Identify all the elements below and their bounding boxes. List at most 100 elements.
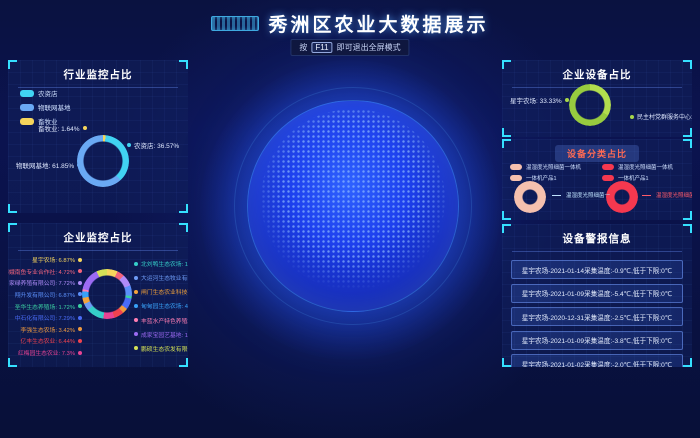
panel-equipment-ratio: 企业设备占比 星宇农场: 33.33% 民主村党群服务中心: [502,60,692,137]
chart-label: 民主村党群服务中心: [630,112,692,121]
industry-legend: 农资店 物联网基地 畜牧业 [20,88,71,126]
label-dot [134,290,138,294]
label-text: 物联网基地: 61.85% [16,160,74,170]
label-text: 中石化有限公司: 7.29% [15,313,75,322]
chart-label: 丰蓝水产特色养殖场: 1. [134,316,188,325]
chart-label: 圣华生态养殖场: 1.72% [15,302,82,311]
legend-swatch [510,175,522,181]
chart-label: 星宇农场: 33.33% [510,95,569,105]
device-left-donut-chart[interactable] [514,181,546,213]
chart-label: 中石化有限公司: 7.29% [15,313,82,322]
panel-title-enterprise: 企业监控占比 [18,223,178,251]
legend-label: 温湿度光照细菌一体机 [526,163,581,171]
label-dot [565,98,569,102]
enterprise-donut-chart[interactable] [82,269,132,319]
label-dot [78,339,82,343]
enterprise-labels-right: 北刘鸭生态农场: 11.50% 大运河生态牧业有限责任公 闸门生态农业科技有限公… [134,259,188,353]
legend-item[interactable]: 农资店 [20,88,71,98]
panel-title-device-class: 设备分类占比 [555,145,639,162]
label-text: 彩娥南鱼专业合作社: 4.72% [8,267,75,276]
fullscreen-hint: 按 F11 即可退出全屏模式 [290,39,409,56]
label-dot [78,351,82,355]
globe [247,100,459,312]
label-dot [630,115,634,119]
chart-label: 闸门生态农业科技有限公 [134,287,188,296]
legend-item[interactable]: 一体机产品1 [510,174,581,182]
chart-label: 物联网基地: 61.85% [16,160,81,170]
f11-key-badge: F11 [311,42,332,53]
panel-title-industry: 行业监控占比 [18,60,178,88]
legend-swatch [20,104,34,111]
label-dot [77,163,81,167]
label-text: 红梅园生态农业: 7.3% [18,348,75,357]
label-text: 鹏硕生态农发有限公司: 6.87 [141,344,188,353]
legend-label: 农资店 [38,88,58,98]
device-right-legend: 温湿度光照细菌一体机 一体机产品1 [602,163,673,182]
label-dot [134,276,138,280]
label-dot [78,327,82,331]
label-dot [78,258,82,262]
panel-industry-ratio: 行业监控占比 农资店 物联网基地 畜牧业 畜牧业: 1.64% 农资店: 36.… [8,60,188,213]
legend-swatch [20,118,34,125]
chart-label: 亿丰生态农业: 6.44% [21,336,82,345]
page-title: 秀洲区农业大数据展示 [268,10,488,37]
label-dot [134,346,138,350]
legend-label: 物联网基地 [38,102,71,112]
chart-label: 农资店: 36.57% [127,140,179,150]
alarm-list: 星宇农场-2021-01-14采集温度:-0.9℃,低于下限:0℃星宇农场-20… [511,260,683,367]
legend-item[interactable]: 一体机产品1 [602,174,673,182]
chart-label: 翔升发有限公司: 6.87% [15,290,82,299]
label-text: 亿丰生态农业: 6.44% [21,336,75,345]
chart-label: 畜牧业: 1.64% [38,123,87,133]
label-dot [134,318,138,322]
label-dot [78,316,82,320]
legend-swatch [510,164,522,170]
label-dot [134,332,138,336]
label-text: 甸甸园生态农场: 4.29 [141,301,188,310]
logo-badge [211,16,259,31]
device-left-legend: 温湿度光照细菌一体机 一体机产品1 [510,163,581,182]
label-text: 大运河生态牧业有限责任公 [141,273,188,282]
chart-label: 温湿度光照细菌一 [642,191,692,199]
chart-label: 红梅园生态农业: 7.3% [18,348,82,357]
alarm-row: 星宇农场-2021-01-09采集温度:-3.8℃,低于下限:0℃ [511,331,683,350]
equipment-donut-chart[interactable] [569,84,611,126]
legend-swatch [20,90,34,97]
legend-item[interactable]: 温湿度光照细菌一体机 [602,163,673,171]
label-text: 畜牧业: 1.64% [38,123,80,133]
hint-suffix: 即可退出全屏模式 [337,42,401,53]
alarm-row: 星宇农场-2021-01-09采集温度:-5.4℃,低于下限:0℃ [511,284,683,303]
panel-title-equipment: 企业设备占比 [512,60,682,88]
label-dot [127,143,131,147]
device-right-donut-chart[interactable] [606,181,638,213]
chart-label: 成家宝园艺基地: 15.02% [134,330,188,339]
label-text: 圣华生态养殖场: 1.72% [15,302,75,311]
chart-label: 大运河生态牧业有限责任公 [134,273,188,282]
label-text: 北刘鸭生态农场: 11.50% [141,259,188,268]
legend-item[interactable]: 温湿度光照细菌一体机 [510,163,581,171]
label-dot [78,269,82,273]
industry-donut-chart[interactable] [77,135,129,187]
chart-label: 彩娥南鱼专业合作社: 4.72% [8,267,82,276]
alarm-row: 星宇农场-2021-01-02采集温度:-2.0℃,低于下限:0℃ [511,354,683,367]
label-text: 星宇农场: 33.33% [510,95,562,105]
label-text: 成家宝园艺基地: 15.02% [141,330,188,339]
label-dot [134,304,138,308]
panel-device-alarms: 设备警报信息 星宇农场-2021-01-14采集温度:-0.9℃,低于下限:0℃… [502,224,692,367]
alarm-row: 星宇农场-2020-12-31采集温度:-2.5℃,低于下限:0℃ [511,307,683,326]
chart-label: 鹏硕生态农发有限公司: 6.87 [134,344,188,353]
legend-swatch [602,164,614,170]
label-dot [78,281,82,285]
label-dot [134,262,138,266]
legend-item[interactable]: 物联网基地 [20,102,71,112]
chart-label: 甸甸园生态农场: 4.29 [134,301,188,310]
hint-prefix: 按 [299,42,307,53]
legend-label: 温湿度光照细菌一体机 [618,163,673,171]
panel-device-class-ratio: 设备分类占比 温湿度光照细菌一体机 一体机产品1 温湿度光照细菌一体机 一体机产… [502,139,692,220]
label-text: 农资店: 36.57% [134,140,179,150]
label-dot [78,304,82,308]
legend-swatch [602,175,614,181]
label-dot [83,126,87,130]
label-text: 翔升发有限公司: 6.87% [15,290,75,299]
panel-title-alarms: 设备警报信息 [512,224,682,252]
